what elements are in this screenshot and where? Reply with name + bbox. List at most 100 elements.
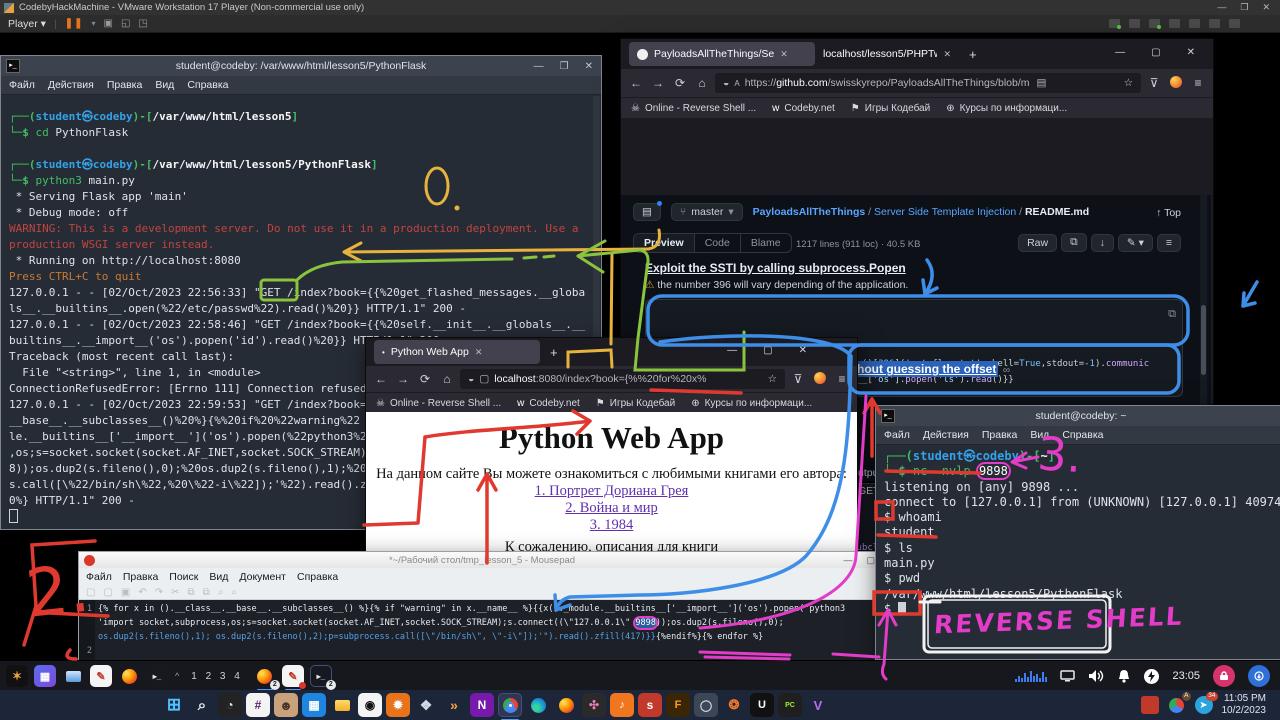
terminal2-output[interactable]: ┌──(student㉿codeby)-[~]└─$ nc -nvlp 9898…	[876, 445, 1280, 661]
bookmark-codeby[interactable]: wCodeby.net	[517, 398, 580, 409]
firefox-account-icon[interactable]	[811, 372, 829, 387]
fl-studio-icon[interactable]: ♪	[610, 693, 634, 717]
updates-icon[interactable]	[1248, 665, 1270, 687]
tab-close-icon[interactable]: ✕	[475, 347, 483, 358]
file-manager-icon[interactable]	[62, 665, 84, 687]
download-icon[interactable]: ↓	[1091, 234, 1114, 252]
maximize-button[interactable]: ▢	[1151, 47, 1160, 58]
calendar-icon[interactable]: ▦	[302, 693, 326, 717]
pause-vm-button[interactable]: ❚❚	[65, 18, 84, 29]
kali-menu-icon[interactable]: ✶	[6, 665, 28, 687]
new-tab-button[interactable]: +	[550, 345, 558, 360]
reload-button[interactable]: ⟳	[416, 372, 434, 386]
copy-icon[interactable]: ⧉	[1168, 306, 1176, 322]
save-file-icon[interactable]: ▣	[121, 587, 130, 598]
menu-item[interactable]: Справка	[297, 571, 338, 583]
settings-gear-icon[interactable]: ✹	[386, 693, 410, 717]
new-file-icon[interactable]: ▢	[86, 587, 95, 598]
tab-close-icon[interactable]: ✕	[943, 49, 951, 60]
tab-payloadsallthethings[interactable]: PayloadsAllTheThings/Se ✕	[629, 42, 815, 66]
back-button[interactable]: ←	[627, 76, 645, 90]
virtualbox-icon[interactable]: ❖	[414, 693, 438, 717]
bookmark-games[interactable]: ⚑Игры Кодебай	[596, 398, 675, 409]
home-button[interactable]: ⌂	[693, 76, 711, 90]
tray-chrome-icon[interactable]: A	[1168, 696, 1186, 714]
menu-item[interactable]: Правка	[982, 429, 1017, 441]
sidebar-toggle-icon[interactable]: ▤	[633, 203, 661, 221]
reload-button[interactable]: ⟳	[671, 76, 689, 90]
search-icon[interactable]: ⌕	[190, 693, 214, 717]
book-link-1[interactable]: 1. Портрет Дориана Грея	[366, 483, 857, 500]
edge-icon[interactable]	[526, 693, 550, 717]
sound-icon[interactable]	[1189, 19, 1200, 28]
substance-icon[interactable]: s	[638, 693, 662, 717]
screen-lock-icon[interactable]	[1213, 665, 1235, 687]
chevron-up-icon[interactable]: ^	[175, 671, 179, 681]
outline-icon[interactable]: ≡	[1157, 234, 1181, 252]
undo-icon[interactable]: ↶	[138, 587, 146, 598]
breadcrumb-repo[interactable]: PayloadsAllTheThings	[753, 206, 866, 218]
photos-portrait-icon[interactable]: ☻	[274, 693, 298, 717]
search-icon[interactable]: ⌕	[218, 587, 224, 598]
bookmark-games[interactable]: ⚑Игры Кодебай	[851, 103, 930, 114]
menu-item[interactable]: Справка	[187, 79, 228, 91]
paste-icon[interactable]: ⧉	[203, 587, 210, 598]
apps-grid-icon[interactable]: ▦	[34, 665, 56, 687]
terminal-window-button[interactable]: ▸_2	[310, 665, 332, 687]
workspace-switcher[interactable]: 1 2 3 4	[191, 671, 243, 682]
copy-icon[interactable]: ⧉	[188, 587, 195, 598]
minimize-button[interactable]: —	[534, 61, 544, 72]
player-menu[interactable]: Player ▾	[8, 18, 46, 30]
cdrom-icon[interactable]	[1129, 19, 1140, 28]
mousepad-text[interactable]: {% for x in ().__class__.__base__.__subc…	[98, 602, 885, 644]
tab-preview[interactable]: Preview	[634, 234, 695, 252]
maximize-button[interactable]: ▢	[763, 345, 772, 356]
speedtest-icon[interactable]: ◔	[218, 693, 242, 717]
tray-telegram-icon[interactable]: ➤34	[1195, 696, 1213, 714]
chrome-icon[interactable]	[498, 693, 522, 717]
edit-pencil-icon[interactable]: ✎ ▾	[1118, 234, 1153, 252]
open-file-icon[interactable]: ▢	[103, 587, 112, 598]
firefox-icon[interactable]	[554, 693, 578, 717]
cinema4d-icon[interactable]: ◯	[694, 693, 718, 717]
menu-item[interactable]: Действия	[48, 79, 94, 91]
menu-item[interactable]: Правка	[107, 79, 142, 91]
shield-icon[interactable]: ◒	[723, 77, 729, 89]
home-button[interactable]: ⌂	[438, 372, 456, 386]
book-link-3[interactable]: 3. 1984	[366, 517, 857, 534]
menu-item[interactable]: Файл	[9, 79, 35, 91]
printer-icon[interactable]	[1209, 19, 1220, 28]
bookmark-courses[interactable]: ⊕Курсы по информаци...	[946, 103, 1067, 114]
heading-subprocess-popen[interactable]: Exploit the SSTI by calling subprocess.P…	[645, 261, 906, 275]
menu-hamburger-icon[interactable]: ≡	[833, 372, 851, 386]
url-bar[interactable]: ◒ A https://github.com/swisskyrepo/Paylo…	[715, 73, 1141, 93]
menu-item[interactable]: Файл	[86, 571, 112, 583]
forward-button[interactable]: →	[394, 372, 412, 386]
slack-icon[interactable]: #	[246, 693, 270, 717]
ctrl-alt-del-icon[interactable]: ▣	[103, 18, 112, 29]
tab-code[interactable]: Code	[695, 234, 741, 252]
vmware-icon[interactable]: »	[442, 693, 466, 717]
mousepad-launcher-icon[interactable]: ✎	[90, 665, 112, 687]
snapshot-icon[interactable]: ◳	[138, 18, 147, 29]
vmware-maximize-button[interactable]: ❐	[1240, 2, 1248, 13]
terminal2-titlebar[interactable]: ▸_ student@codeby: ~	[876, 406, 1280, 426]
menu-item[interactable]: Поиск	[169, 571, 198, 583]
mousepad-editor[interactable]: 1 2 {% for x in ().__class__.__base__.__…	[79, 600, 885, 664]
start-button[interactable]: ⊞	[162, 693, 186, 717]
search-replace-icon[interactable]: ⌕	[231, 587, 237, 598]
back-to-top-link[interactable]: ↑ Top	[1156, 207, 1181, 219]
file-explorer-icon[interactable]	[330, 693, 354, 717]
terminal-launcher-icon[interactable]: ▸_	[146, 665, 168, 687]
power-manager-icon[interactable]	[1144, 669, 1159, 684]
bookmark-reverse-shell[interactable]: ☠Online - Reverse Shell ...	[631, 103, 756, 114]
firefox-account-icon[interactable]	[1167, 76, 1185, 91]
windows-clock[interactable]: 11:05 PM 10/2/2023	[1222, 693, 1267, 717]
raw-button[interactable]: Raw	[1018, 234, 1057, 252]
volume-icon[interactable]	[1088, 669, 1104, 683]
bookmark-star-icon[interactable]: ☆	[768, 373, 777, 385]
notifications-bell-icon[interactable]	[1117, 669, 1131, 683]
pocket-icon[interactable]: ⊽	[1145, 76, 1163, 90]
tab-localhost-phptwig[interactable]: localhost/lesson5/PHPTwig/i ✕	[815, 42, 959, 66]
maximize-button[interactable]: ❐	[560, 61, 569, 72]
